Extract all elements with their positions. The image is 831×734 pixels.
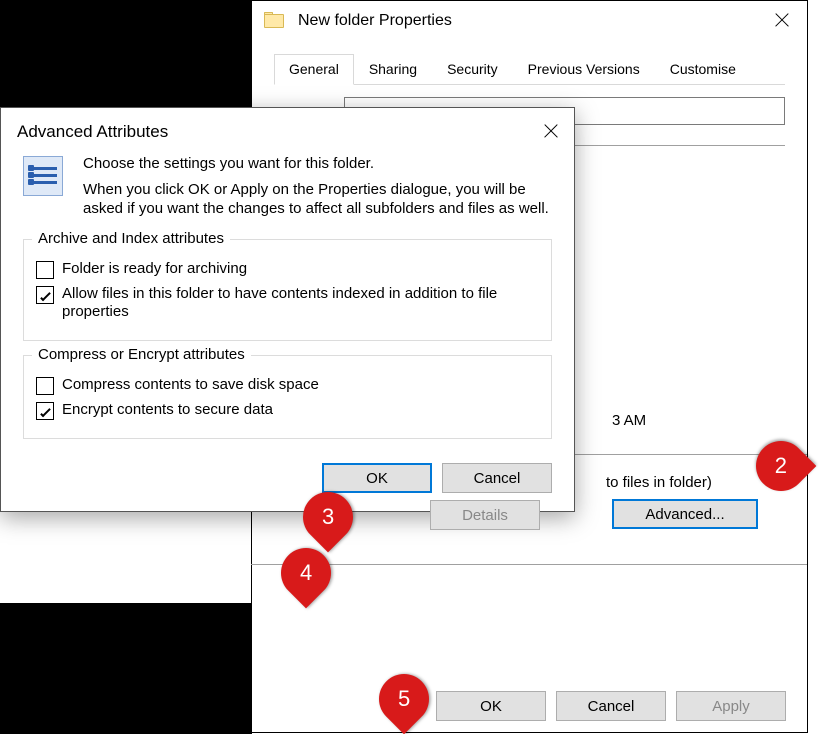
tab-sharing[interactable]: Sharing — [354, 54, 432, 85]
close-icon — [544, 124, 558, 138]
attributes-note-fragment: to files in folder) — [606, 474, 712, 491]
properties-tabs: General Sharing Security Previous Versio… — [274, 53, 785, 85]
settings-list-icon — [23, 156, 63, 196]
archiving-checkbox[interactable] — [36, 261, 54, 279]
archiving-label: Folder is ready for archiving — [62, 260, 539, 279]
advanced-close-button[interactable] — [536, 118, 566, 144]
tab-security[interactable]: Security — [432, 54, 513, 85]
archive-legend: Archive and Index attributes — [32, 230, 230, 247]
properties-titlebar: New folder Properties — [252, 1, 807, 41]
close-icon — [775, 13, 789, 27]
properties-title: New folder Properties — [298, 12, 452, 30]
properties-close-button[interactable] — [757, 1, 807, 39]
folder-icon — [264, 12, 286, 30]
tab-general[interactable]: General — [274, 54, 354, 85]
indexing-label: Allow files in this folder to have conte… — [62, 285, 539, 323]
encrypt-label: Encrypt contents to secure data — [62, 401, 539, 420]
properties-apply-button[interactable]: Apply — [676, 691, 786, 721]
details-button[interactable]: Details — [430, 500, 540, 530]
tab-customise[interactable]: Customise — [655, 54, 751, 85]
advanced-intro-text: Choose the settings you want for this fo… — [83, 154, 552, 225]
created-time-fragment: 3 AM — [612, 412, 646, 429]
encrypt-checkbox[interactable] — [36, 402, 54, 420]
advanced-button[interactable]: Advanced... — [612, 499, 758, 529]
compress-encrypt-group: Compress or Encrypt attributes Compress … — [23, 355, 552, 439]
advanced-cancel-button[interactable]: Cancel — [442, 463, 552, 493]
indexing-checkbox[interactable] — [36, 286, 54, 304]
advanced-title: Advanced Attributes — [1, 108, 574, 150]
compress-label: Compress contents to save disk space — [62, 376, 539, 395]
advanced-attributes-dialog: Advanced Attributes Choose the settings … — [0, 107, 575, 512]
tab-previous-versions[interactable]: Previous Versions — [513, 54, 655, 85]
archive-index-group: Archive and Index attributes Folder is r… — [23, 239, 552, 342]
compress-legend: Compress or Encrypt attributes — [32, 346, 251, 363]
advanced-ok-button[interactable]: OK — [322, 463, 432, 493]
properties-ok-button[interactable]: OK — [436, 691, 546, 721]
properties-cancel-button[interactable]: Cancel — [556, 691, 666, 721]
compress-checkbox[interactable] — [36, 377, 54, 395]
